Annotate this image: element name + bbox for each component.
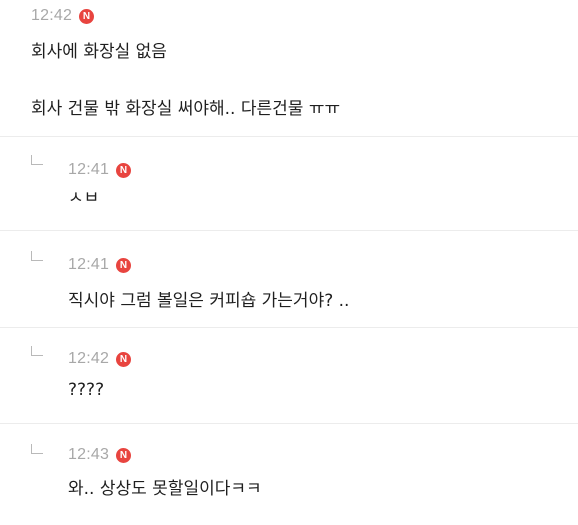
comment-meta: 12:42 N [31,7,95,25]
comment-text-line1: 회사에 화장실 없음 [31,42,167,62]
reply-time: 12:43 [68,446,110,463]
reply-arrow-icon [31,346,43,356]
reply-arrow-icon [31,444,43,454]
new-badge-icon: N [79,8,95,24]
new-badge-icon: N [116,162,132,178]
reply-text: ???? [68,380,105,400]
reply-item: 12:43 N 와.. 상상도 못할일이다ㅋㅋ [0,424,578,525]
comment-text-line2: 회사 건물 밖 화장실 써야해.. 다른건물 ㅠㅠ [31,99,341,119]
reply-item: 12:41 N ㅅㅂ [0,137,578,230]
reply-time: 12:41 [68,256,110,273]
new-badge-icon: N [116,447,132,463]
reply-item: 12:42 N ???? [0,328,578,423]
reply-meta: 12:41 N [68,161,132,179]
reply-arrow-icon [31,251,43,261]
reply-meta: 12:42 N [68,350,132,368]
reply-text-clip: ㅅㅂ [68,192,99,203]
reply-time: 12:41 [68,161,110,178]
reply-text: 와.. 상상도 못할일이다ㅋㅋ [68,479,262,499]
reply-text: 직시야 그럼 볼일은 커피숍 가는거야? .. [68,291,350,311]
reply-meta: 12:43 N [68,446,132,464]
reply-text: ㅅㅂ [68,192,100,203]
comment-post: 12:42 N 회사에 화장실 없음 회사 건물 밖 화장실 써야해.. 다른건… [0,0,578,135]
reply-time: 12:42 [68,350,110,367]
reply-meta: 12:41 N [68,256,132,274]
comment-time: 12:42 [31,7,73,24]
reply-item: 12:41 N 직시야 그럼 볼일은 커피숍 가는거야? .. [0,231,578,327]
reply-arrow-icon [31,155,43,165]
new-badge-icon: N [116,257,132,273]
new-badge-icon: N [116,351,132,367]
